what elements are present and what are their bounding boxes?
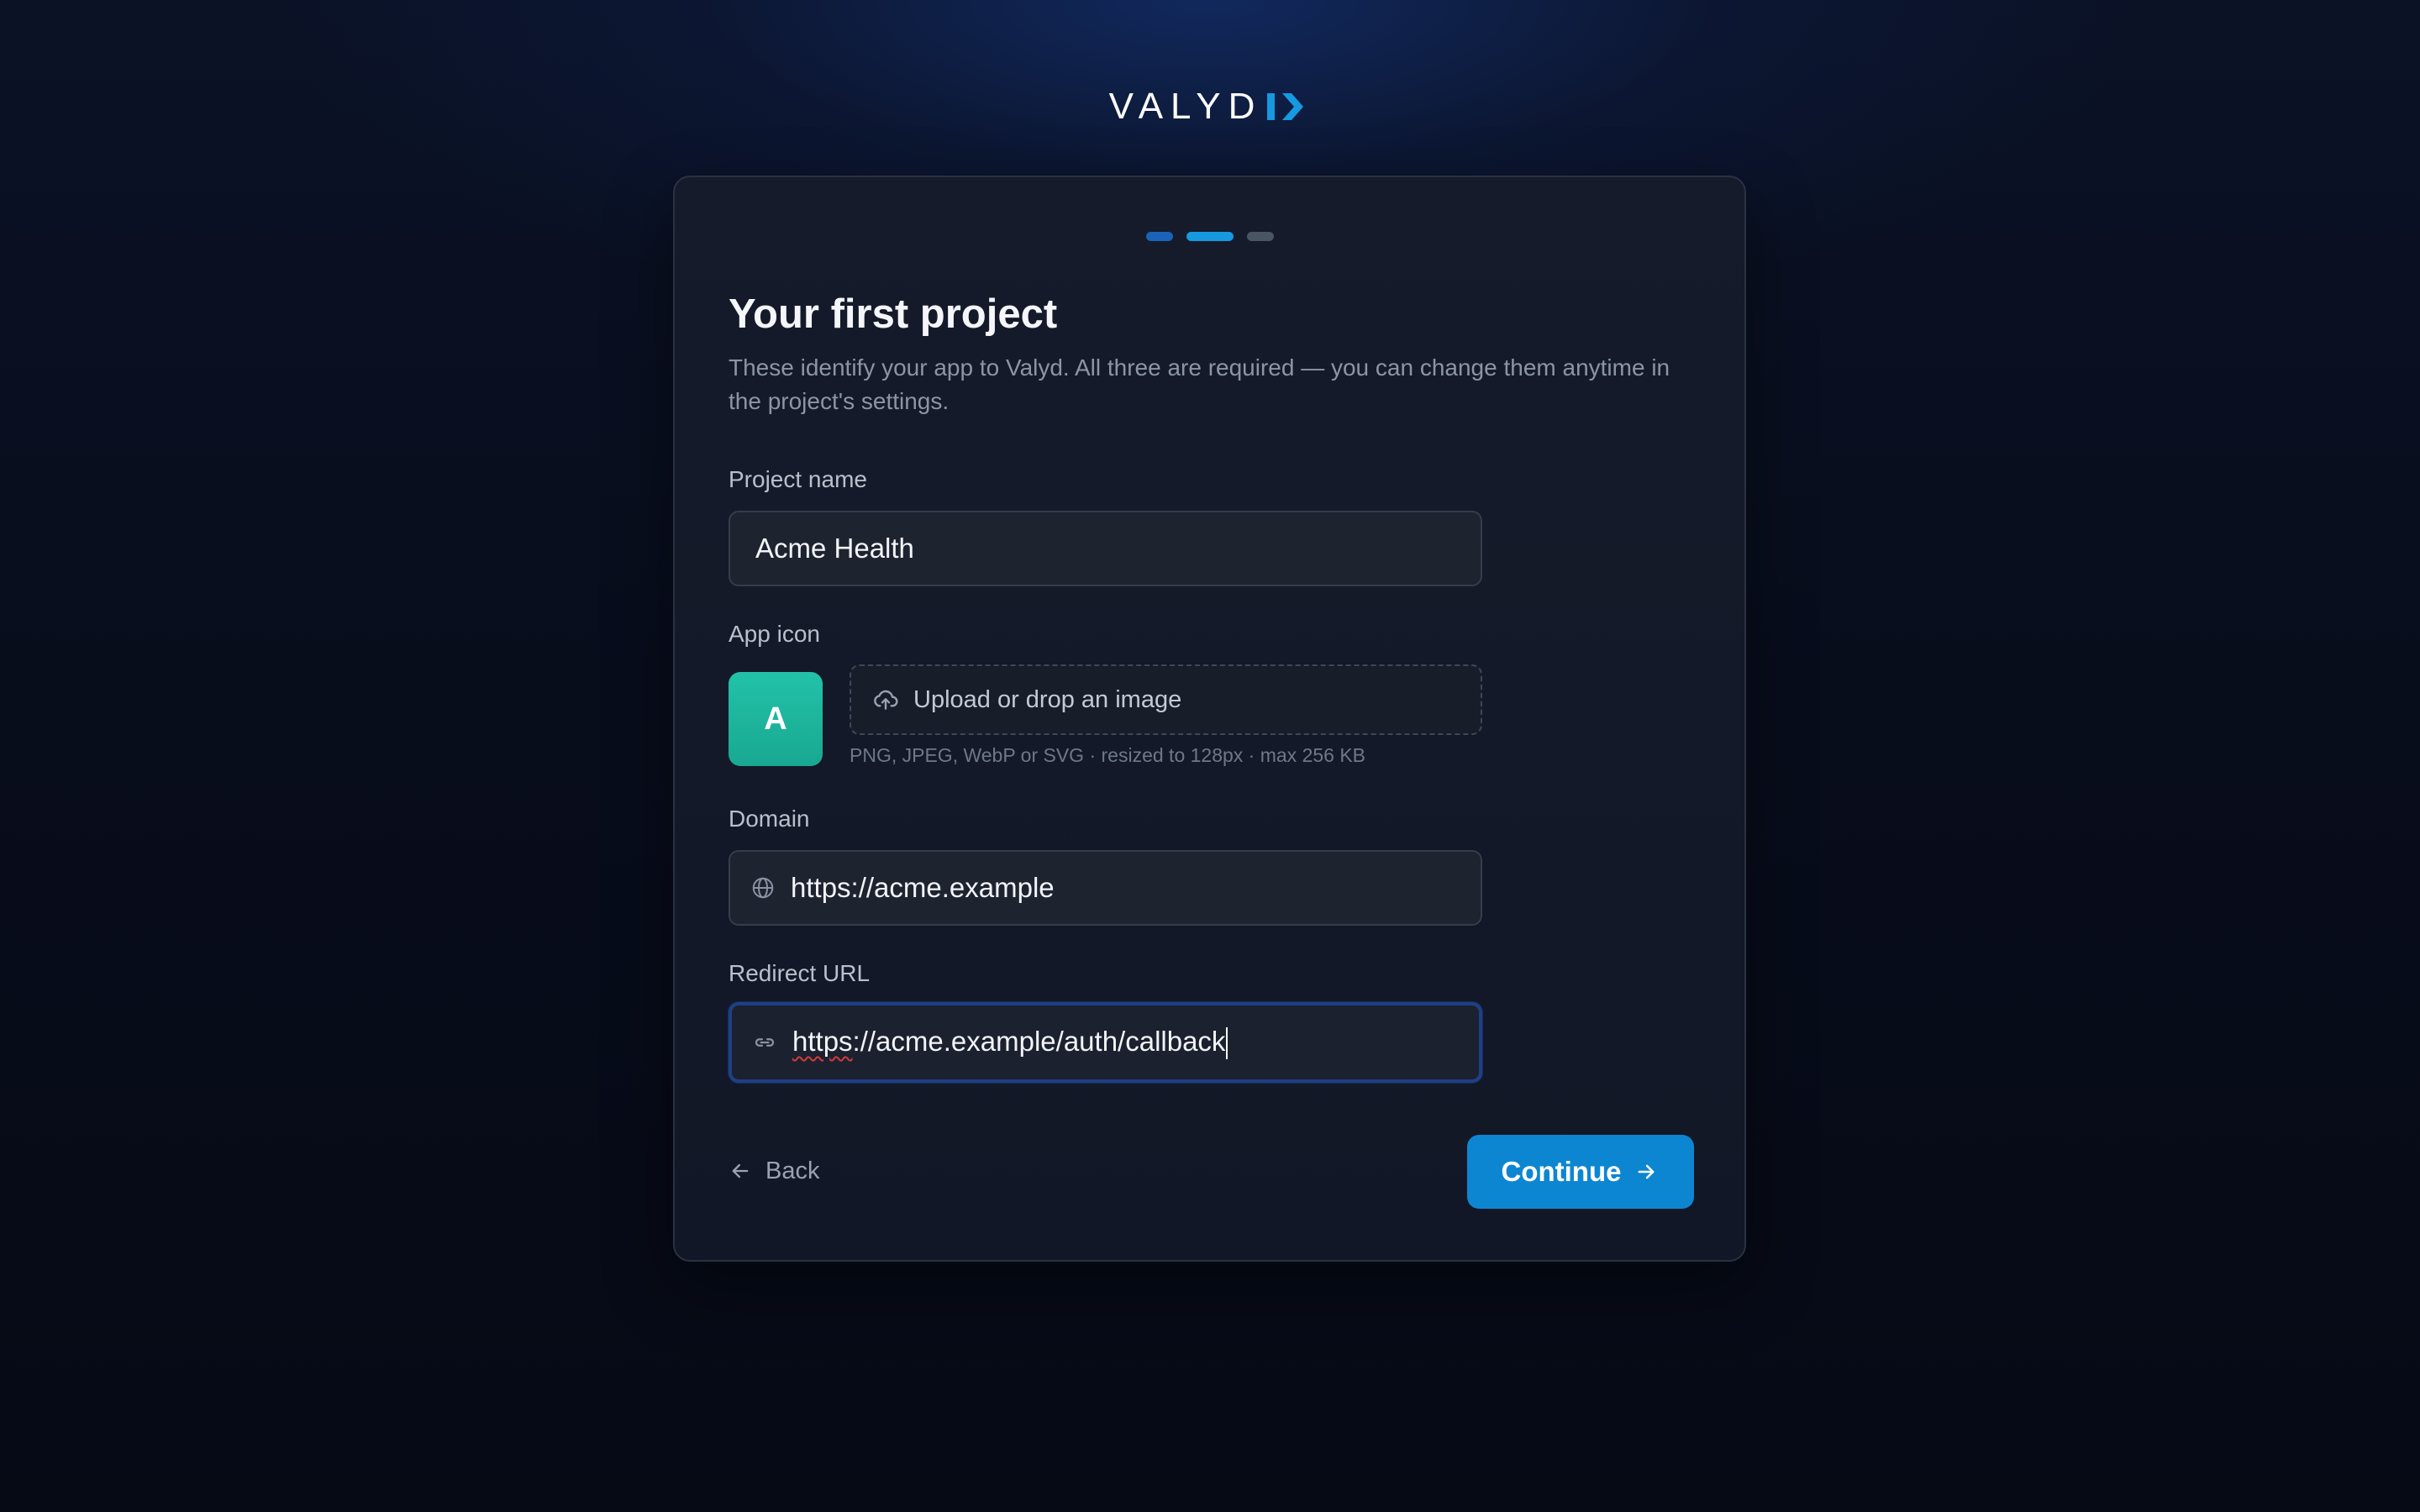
project-name-label: Project name: [729, 466, 867, 492]
app-icon-avatar: A: [729, 672, 823, 766]
continue-button[interactable]: Continue: [1467, 1135, 1694, 1209]
upload-hint: PNG, JPEG, WebP or SVG · resized to 128p…: [850, 744, 1366, 766]
upload-dropzone[interactable]: Upload or drop an image: [850, 664, 1482, 735]
spellcheck-underline: https: [792, 1025, 853, 1057]
redirect-url-label: Redirect URL: [729, 960, 871, 986]
app-icon-label: App icon: [729, 621, 820, 647]
back-label: Back: [765, 1157, 820, 1184]
onboarding-card: Your first project These identify your a…: [673, 176, 1746, 1262]
app-icon-letter: A: [764, 701, 787, 737]
domain-label: Domain: [729, 806, 810, 832]
step-2-indicator: [1186, 232, 1234, 241]
upload-label: Upload or drop an image: [913, 685, 1182, 713]
redirect-url-value: https://acme.example/auth/callback: [792, 1025, 1228, 1060]
globe-icon: [749, 874, 777, 902]
brand-wordmark: VALYD: [1108, 86, 1263, 127]
text-caret: [1226, 1027, 1228, 1060]
link-icon: [750, 1028, 779, 1057]
step-1-indicator: [1145, 232, 1173, 241]
brand-mark-icon: [1265, 92, 1311, 122]
redirect-url-rest: ://acme.example/auth/callback: [852, 1025, 1226, 1057]
project-name-value: Acme Health: [755, 533, 914, 564]
step-indicator: [675, 232, 1744, 241]
domain-field[interactable]: https://acme.example: [729, 850, 1482, 926]
back-button[interactable]: Back: [729, 1152, 819, 1189]
arrow-right-icon: [1634, 1159, 1660, 1184]
cloud-upload-icon: [871, 685, 900, 714]
brand-logo: VALYD: [0, 86, 2420, 128]
redirect-url-field[interactable]: https://acme.example/auth/callback: [729, 1002, 1482, 1083]
domain-value: https://acme.example: [791, 872, 1055, 903]
step-3-indicator: [1246, 232, 1274, 241]
arrow-left-icon: [729, 1158, 754, 1184]
page-title: Your first project: [729, 291, 1058, 337]
page-subtitle: These identify your app to Valyd. All th…: [729, 354, 1670, 414]
project-name-field[interactable]: Acme Health: [729, 511, 1482, 586]
continue-label: Continue: [1501, 1156, 1622, 1187]
